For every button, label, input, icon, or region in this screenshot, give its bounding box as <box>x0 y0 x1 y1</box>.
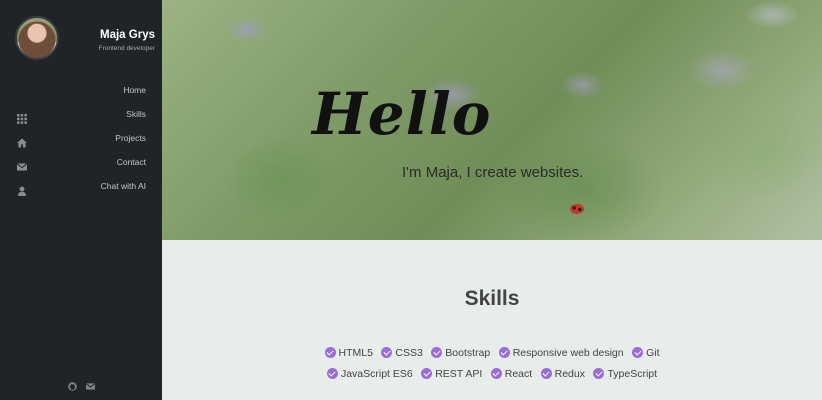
sidebar-item-label: Projects <box>115 133 146 143</box>
skills-row: JavaScript ES6 REST API React Redux Type… <box>162 364 822 382</box>
sidebar-item-chat[interactable]: Chat with AI <box>0 176 162 200</box>
check-icon <box>490 368 502 379</box>
profile-name: Maja Grys <box>100 29 155 41</box>
profile-role: Frontend developer <box>98 45 155 52</box>
home-icon <box>17 135 27 148</box>
grid-icon <box>17 111 27 124</box>
sidebar-item-label: Skills <box>126 109 146 119</box>
check-icon <box>431 347 443 358</box>
sidebar-footer <box>66 378 96 391</box>
check-icon <box>421 368 433 379</box>
sidebar-item-label: Chat with AI <box>100 181 146 191</box>
skill-item: Redux <box>540 368 585 380</box>
github-icon[interactable] <box>68 378 77 391</box>
skill-item: Git <box>632 347 659 359</box>
skills-heading: Skills <box>464 287 520 310</box>
sidebar-item-projects[interactable]: Projects <box>0 128 162 152</box>
hero-overlay <box>162 0 822 240</box>
skill-item: React <box>490 368 532 380</box>
hero-subtitle: I'm Maja, I create websites. <box>402 164 584 181</box>
check-icon <box>540 368 552 379</box>
check-icon <box>324 347 336 358</box>
skill-item: HTML5 <box>324 347 373 359</box>
hero-banner: Hello I'm Maja, I create websites. <box>162 0 822 240</box>
skill-item: Responsive web design <box>498 347 624 359</box>
hero-title: Hello <box>312 80 492 148</box>
sidebar-item-label: Home <box>123 85 146 95</box>
sidebar-item-skills[interactable]: Skills <box>0 104 162 128</box>
sidebar-item-contact[interactable]: Contact <box>0 152 162 176</box>
skill-item: TypeScript <box>593 368 657 380</box>
ladybug-decoration <box>570 204 584 214</box>
check-icon <box>498 347 510 358</box>
profile: Maja Grys Frontend developer <box>15 16 155 62</box>
envelope-icon <box>16 159 28 171</box>
envelope-icon[interactable] <box>85 378 96 390</box>
sidebar-item-label: Contact <box>116 157 146 167</box>
check-icon <box>593 368 605 379</box>
skills-row: HTML5 CSS3 Bootstrap Responsive web desi… <box>162 343 822 361</box>
user-icon <box>17 183 27 196</box>
skill-item: REST API <box>421 368 482 380</box>
sidebar: Maja Grys Frontend developer Home Skills <box>0 0 162 400</box>
sidebar-item-home[interactable]: Home <box>0 80 162 104</box>
check-icon <box>632 347 644 358</box>
sidebar-nav: Home Skills Projects Contact Chat with A… <box>0 80 162 200</box>
skill-item: JavaScript ES6 <box>326 368 413 380</box>
skill-item: Bootstrap <box>431 347 490 359</box>
check-icon <box>326 368 338 379</box>
check-icon <box>381 347 393 358</box>
avatar <box>15 16 59 60</box>
skill-item: CSS3 <box>381 347 423 359</box>
